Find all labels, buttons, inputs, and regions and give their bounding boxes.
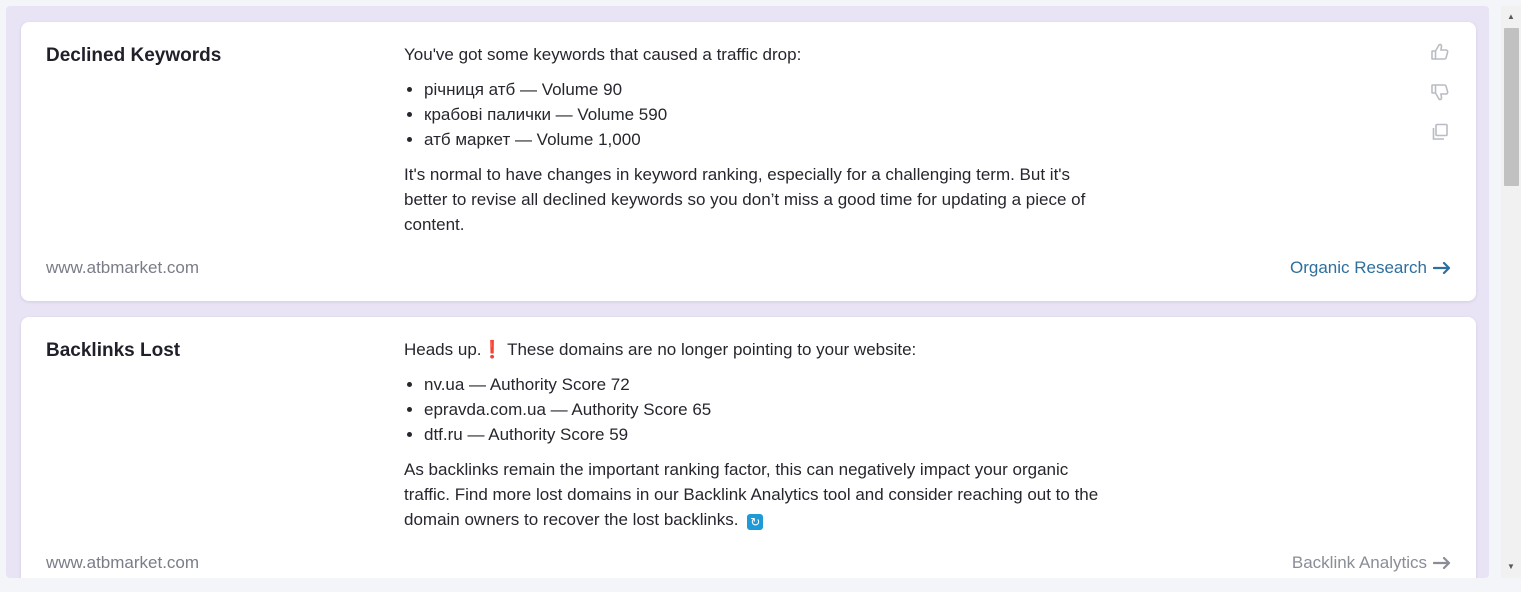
thumbs-up-icon bbox=[1431, 43, 1449, 60]
list-item: nv.ua — Authority Score 72 bbox=[424, 372, 1104, 397]
intro-suffix: These domains are no longer pointing to … bbox=[502, 340, 917, 359]
card-actions bbox=[1429, 42, 1451, 162]
arrow-right-icon bbox=[1433, 556, 1451, 570]
insights-feed: Declined Keywords You've got some keywor… bbox=[6, 6, 1489, 578]
thumbs-down-icon bbox=[1431, 84, 1449, 101]
list-item: річниця атб — Volume 90 bbox=[424, 77, 1104, 102]
list-item: атб маркет — Volume 1,000 bbox=[424, 127, 1104, 152]
thumbs-up-button[interactable] bbox=[1429, 42, 1451, 64]
arrow-right-icon bbox=[1433, 261, 1451, 275]
card-outro: As backlinks remain the important rankin… bbox=[404, 457, 1104, 532]
domain-label: www.atbmarket.com bbox=[46, 258, 200, 277]
scroll-down-arrow-icon[interactable]: ▼ bbox=[1501, 558, 1521, 574]
card-outro: It's normal to have changes in keyword r… bbox=[404, 165, 1086, 234]
card-body: You've got some keywords that caused a t… bbox=[404, 42, 1104, 237]
card-body: Heads up.❗ These domains are no longer p… bbox=[404, 337, 1104, 532]
exclamation-icon: ❗ bbox=[481, 340, 503, 359]
organic-research-link[interactable]: Organic Research bbox=[1290, 258, 1451, 278]
vertical-scrollbar[interactable]: ▲ ▼ bbox=[1501, 6, 1521, 578]
list-item: dtf.ru — Authority Score 59 bbox=[424, 422, 1104, 447]
link-label: Organic Research bbox=[1289, 258, 1427, 277]
card-title: Declined Keywords bbox=[46, 45, 222, 66]
link-label: Backlink Analytics bbox=[1291, 553, 1427, 572]
list-item: epravda.com.ua — Authority Score 65 bbox=[424, 397, 1104, 422]
card-intro: Heads up.❗ These domains are no longer p… bbox=[404, 337, 1104, 362]
backlinks-lost-card: Backlinks Lost Heads up.❗ These domains … bbox=[21, 317, 1476, 578]
copy-icon bbox=[1432, 123, 1448, 140]
declined-keywords-card: Declined Keywords You've got some keywor… bbox=[21, 22, 1476, 301]
card-title: Backlinks Lost bbox=[46, 340, 181, 361]
list-item: крабові палички — Volume 590 bbox=[424, 102, 1104, 127]
domain-list: nv.ua — Authority Score 72 epravda.com.u… bbox=[404, 372, 1104, 447]
card-intro: You've got some keywords that caused a t… bbox=[404, 45, 802, 64]
refresh-icon: ↻ bbox=[747, 514, 764, 530]
copy-button[interactable] bbox=[1429, 122, 1451, 144]
domain-label: www.atbmarket.com bbox=[46, 553, 200, 572]
scroll-thumb[interactable] bbox=[1504, 28, 1519, 186]
thumbs-down-button[interactable] bbox=[1429, 82, 1451, 104]
scroll-up-arrow-icon[interactable]: ▲ bbox=[1501, 8, 1521, 24]
intro-prefix: Heads up. bbox=[404, 340, 482, 359]
keyword-list: річниця атб — Volume 90 крабові палички … bbox=[404, 77, 1104, 152]
backlink-analytics-link[interactable]: Backlink Analytics bbox=[1292, 553, 1451, 573]
